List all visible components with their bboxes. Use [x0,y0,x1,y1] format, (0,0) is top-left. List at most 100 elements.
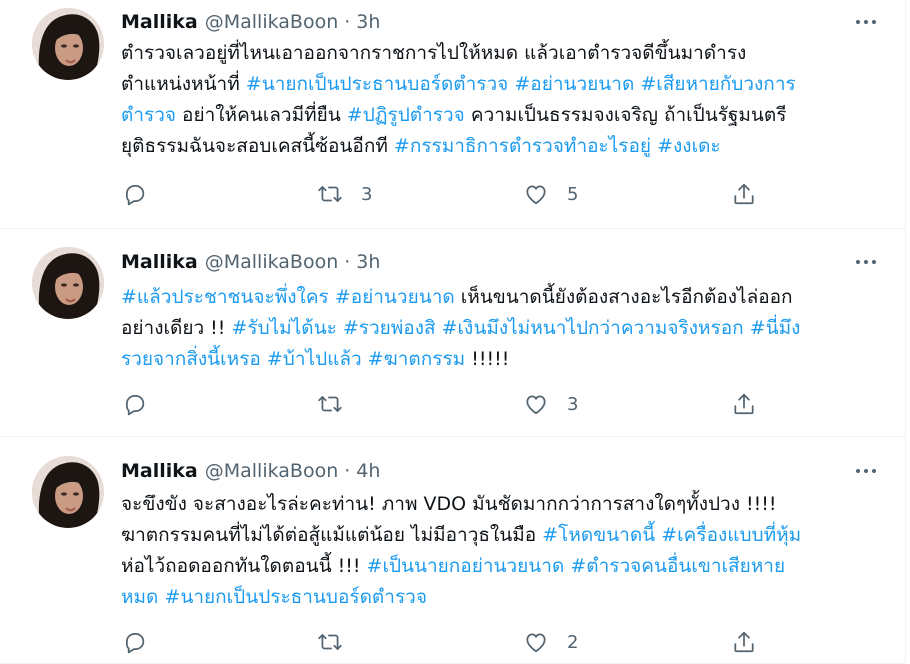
tweet-header: Mallika @MallikaBoon · 3h [121,250,380,274]
like-count: 3 [567,393,579,415]
share-button[interactable] [731,179,757,209]
tweet-header: Mallika @MallikaBoon · 3h [121,10,380,34]
reply-icon [122,181,148,207]
tweet-text-segment: ความเป็นธรรมจงเจริญ ถ้าเป็นรัฐมนตรี [464,104,787,126]
hashtag-link[interactable]: #กรรมาธิการตำรวจทำอะไรอยู่ [394,135,651,157]
reply-icon [122,391,148,417]
share-button[interactable] [731,389,757,419]
avatar[interactable] [32,8,104,80]
reply-button[interactable] [122,389,148,419]
hashtag-link[interactable]: #เป็นนายกอย่านวยนาด [367,555,565,577]
tweet[interactable]: Mallika @MallikaBoon · 3h ตำรวจเลวอยู่ที่ไหน… [0,0,906,229]
tweet-text: ตำรวจเลวอยู่ที่ไหนเอาออกจากราชการไปให้หม… [121,38,881,162]
share-icon [731,629,757,655]
like-button[interactable]: 5 [523,179,578,209]
hashtag-link[interactable]: ตำรวจ [121,104,176,126]
heart-icon [523,181,549,207]
tweet-text-line: ยุติธรรมฉันจะสอบเคสนี้ซ้อนอีกที #กรรมาธิ… [121,131,881,162]
retweet-button[interactable] [317,627,361,657]
tweet-text-segment: อย่างเดียว !! [121,317,232,339]
tweet-text-segment: ตำแหน่งหน้าที่ [121,73,246,95]
hashtag-link[interactable]: #รับไม่ได้นะ [231,317,336,339]
user-handle[interactable]: @MallikaBoon [205,251,339,273]
retweet-icon [317,629,343,655]
share-icon [731,391,757,417]
tweet-text-line: จะขึงขัง จะสางอะไรล่ะคะท่าน! ภาพ VDO มัน… [121,489,881,520]
avatar[interactable] [32,247,104,319]
retweet-button[interactable]: 3 [317,179,372,209]
tweet-text-line: หมด #นายกเป็นประธานบอร์ดตำรวจ [121,582,881,613]
tweet-text-segment: ตำรวจเลวอยู่ที่ไหนเอาออกจากราชการไปให้หม… [121,42,747,64]
tweet-text-line: ตำรวจเลวอยู่ที่ไหนเอาออกจากราชการไปให้หม… [121,38,881,69]
tweet-text-line: รวยจากสิ่งนี้เหรอ #บ้าไปแล้ว #ฆาตกรรม !!… [121,344,881,375]
hashtag-link[interactable]: #แล้วประชาชนจะพึ่งใคร [121,286,329,308]
more-horizontal-icon[interactable] [848,459,884,483]
tweet-text-segment: ฆาตกรรมคนที่ไม่ได้ต่อสู้แม้แต่น้อย ไม่มี… [121,524,543,546]
retweet-button[interactable] [317,389,361,419]
retweet-icon [317,181,343,207]
hashtag-link[interactable]: #เครื่องแบบที่หุ้ม [661,524,801,546]
hashtag-link[interactable]: #ฆาตกรรม [368,348,465,370]
heart-icon [523,391,549,417]
hashtag-link[interactable]: #ปฏิรูปตำรวจ [347,104,465,126]
like-button[interactable]: 2 [523,627,578,657]
user-handle[interactable]: @MallikaBoon [205,11,339,33]
separator-dot: · [344,460,351,482]
display-name[interactable]: Mallika [121,460,198,482]
separator-dot: · [344,251,351,273]
timestamp[interactable]: 3h [356,251,380,273]
tweet-text-line: ฆาตกรรมคนที่ไม่ได้ต่อสู้แม้แต่น้อย ไม่มี… [121,520,881,551]
hashtag-link[interactable]: #เสียหายกับวงการ [640,73,795,95]
hashtag-link[interactable]: #บ้าไปแล้ว [267,348,362,370]
hashtag-link[interactable]: #โหดขนาดนี้ [542,524,655,546]
hashtag-link[interactable]: #นายกเป็นประธานบอร์ดตำรวจ [164,586,427,608]
timestamp[interactable]: 4h [356,460,380,482]
tweet-actions: 35 [120,179,780,209]
tweet-actions: 2 [120,627,780,657]
reply-button[interactable] [122,627,148,657]
share-icon [731,181,757,207]
hashtag-link[interactable]: #อย่านวยนาด [514,73,634,95]
tweet-header: Mallika @MallikaBoon · 4h [121,459,380,483]
tweet-text: จะขึงขัง จะสางอะไรล่ะคะท่าน! ภาพ VDO มัน… [121,489,881,613]
hashtag-link[interactable]: #รวยพ่องสิ [343,317,436,339]
tweet-text-line: ตำแหน่งหน้าที่ #นายกเป็นประธานบอร์ดตำรวจ… [121,69,881,100]
tweet-text-segment: เห็นขนาดนี้ยังต้องสางอะไรอีกต้องไล่ออก [454,286,793,308]
tweet-text-line: ตำรวจ อย่าให้คนเลวมีที่ยืน #ปฏิรูปตำรวจ … [121,100,881,131]
display-name[interactable]: Mallika [121,11,198,33]
tweet-text-line: ห่อไว้ถอดออกทันใดตอนนี้ !!! #เป็นนายกอย่… [121,551,881,582]
tweet-actions: 3 [120,389,780,419]
more-horizontal-icon[interactable] [848,10,884,34]
display-name[interactable]: Mallika [121,251,198,273]
user-handle[interactable]: @MallikaBoon [205,460,339,482]
tweet-text-line: #แล้วประชาชนจะพึ่งใคร #อย่านวยนาด เห็นขน… [121,282,881,313]
avatar[interactable] [32,456,104,528]
hashtag-link[interactable]: หมด [121,586,158,608]
tweet[interactable]: Mallika @MallikaBoon · 3h #แล้วประชาชนจะพึ่ง… [0,229,906,437]
tweet-text-segment: ห่อไว้ถอดออกทันใดตอนนี้ !!! [121,555,367,577]
timestamp[interactable]: 3h [356,11,380,33]
hashtag-link[interactable]: #ตำรวจคนอื่นเขาเสียหาย [570,555,785,577]
tweet-text-line: อย่างเดียว !! #รับไม่ได้นะ #รวยพ่องสิ #เ… [121,313,881,344]
reply-button[interactable] [122,179,148,209]
separator-dot: · [344,11,351,33]
hashtag-link[interactable]: #นี่มึง [750,317,801,339]
tweet-text-segment: อย่าให้คนเลวมีที่ยืน [176,104,347,126]
like-count: 2 [567,631,579,653]
share-button[interactable] [731,627,757,657]
hashtag-link[interactable]: #อย่านวยนาด [335,286,455,308]
retweet-icon [317,391,343,417]
more-horizontal-icon[interactable] [848,250,884,274]
hashtag-link[interactable]: #นายกเป็นประธานบอร์ดตำรวจ [246,73,509,95]
hashtag-link[interactable]: รวยจากสิ่งนี้เหรอ [121,348,261,370]
hashtag-link[interactable]: #งงเดะ [657,135,721,157]
tweet-text-segment: ยุติธรรมฉันจะสอบเคสนี้ซ้อนอีกที [121,135,394,157]
like-button[interactable]: 3 [523,389,578,419]
tweet[interactable]: Mallika @MallikaBoon · 4h จะขึงขัง จะสางอะไร… [0,437,906,664]
hashtag-link[interactable]: #เงินมึงไม่หนาไปกว่าความจริงหรอก [442,317,744,339]
tweet-text-segment: จะขึงขัง จะสางอะไรล่ะคะท่าน! ภาพ VDO มัน… [121,493,777,515]
tweet-text-segment: !!!!! [465,348,510,370]
heart-icon [523,629,549,655]
like-count: 5 [567,183,579,205]
reply-icon [122,629,148,655]
